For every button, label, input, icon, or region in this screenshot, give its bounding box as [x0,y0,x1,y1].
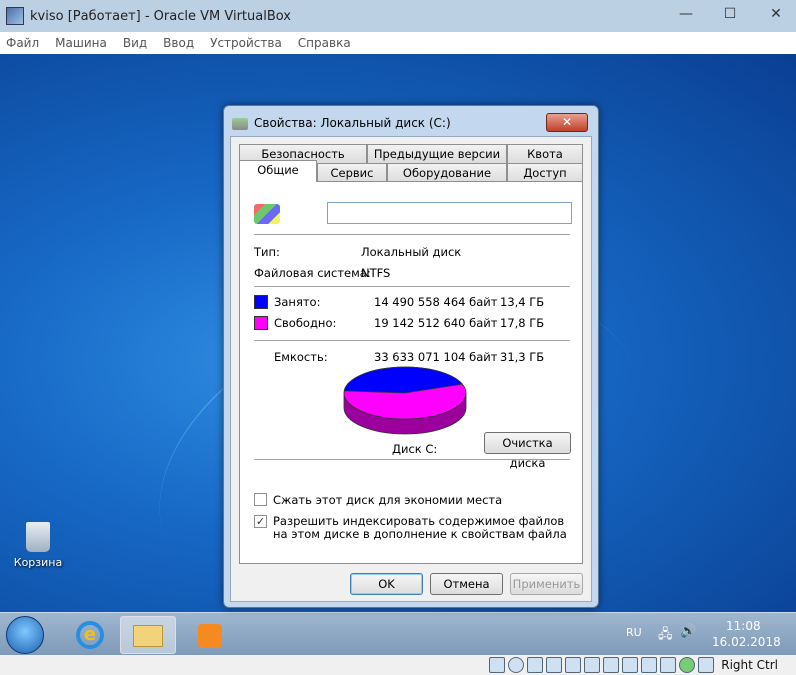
start-button[interactable] [6,616,44,654]
menu-file[interactable]: Файл [6,36,39,50]
recycle-bin[interactable]: Корзина [12,522,64,569]
ie-taskbar-button[interactable]: e [62,616,118,654]
menu-machine[interactable]: Машина [55,36,107,50]
drive-name-input[interactable] [327,202,572,224]
free-label: Свободно: [274,316,337,330]
windows-drive-icon [254,204,280,224]
tab-quota[interactable]: Квота [507,144,583,163]
tab-sharing[interactable]: Доступ [507,163,583,182]
usb-icon[interactable] [565,657,582,673]
recycle-bin-icon [26,522,50,552]
capacity-bytes: 33 633 071 104 байт [374,350,498,364]
dialog-close-button[interactable]: ✕ [546,113,588,132]
maximize-button[interactable]: ☐ [720,6,740,24]
disk-properties-dialog: Свойства: Локальный диск (C:) ✕ Безопасн… [223,105,599,608]
video-capture-icon[interactable] [622,657,639,673]
disk-usage-pie-chart [343,366,467,435]
guest-additions-icon[interactable] [679,657,696,673]
capacity-size: 31,3 ГБ [500,350,545,364]
filesystem-label: Файловая система: [254,266,371,280]
cancel-button[interactable]: Отмена [430,573,503,595]
language-indicator[interactable]: RU [626,626,642,639]
menu-input[interactable]: Ввод [163,36,194,50]
disk-cleanup-button[interactable]: Очистка диска [484,432,571,470]
used-color-swatch [254,295,268,309]
minimize-button[interactable]: — [676,6,696,24]
drive-icon [232,118,248,130]
vm-status-bar: Right Ctrl [0,655,796,675]
compress-checkbox[interactable] [254,493,267,506]
clock-date[interactable]: 16.02.2018 [712,635,781,649]
tab-tools[interactable]: Сервис [317,163,387,182]
virtualbox-icon [6,7,24,25]
tab-general[interactable]: Общие [239,160,317,182]
hard-disk-icon[interactable] [489,657,506,673]
used-size: 13,4 ГБ [500,295,545,309]
cpu-icon[interactable] [641,657,658,673]
dialog-body: Безопасность Предыдущие версии Квота Общ… [230,136,592,602]
optical-drive-icon[interactable] [508,657,525,673]
compress-label[interactable]: Сжать этот диск для экономии места [273,493,502,507]
free-color-swatch [254,316,268,330]
explorer-taskbar-button[interactable] [120,616,176,654]
type-value: Локальный диск [361,245,462,259]
divider [254,234,570,235]
divider [254,459,570,460]
keyboard-capture-icon[interactable] [698,657,715,673]
vm-title-bar: kviso [Работает] - Oracle VM VirtualBox … [0,0,796,32]
media-player-icon [198,624,222,648]
display-icon[interactable] [603,657,620,673]
tab-hardware[interactable]: Оборудование [387,163,507,182]
window-title: kviso [Работает] - Oracle VM VirtualBox [30,8,291,24]
tab-previous-versions[interactable]: Предыдущие версии [367,144,507,163]
menu-devices[interactable]: Устройства [210,36,282,50]
system-tray: RU 🖧 🔊 11:08 16.02.2018 [596,613,796,656]
index-checkbox[interactable]: ✓ [254,515,267,528]
recycle-bin-label: Корзина [13,556,63,569]
divider [254,286,570,287]
menu-help[interactable]: Справка [298,36,351,50]
capacity-label: Емкость: [274,350,328,364]
network-adapter-icon[interactable] [546,657,563,673]
ie-icon: e [76,621,104,649]
free-size: 17,8 ГБ [500,316,545,330]
ok-button[interactable]: OK [350,573,423,595]
menu-view[interactable]: Вид [123,36,147,50]
shared-folders-icon[interactable] [584,657,601,673]
menu-bar: Файл Машина Вид Ввод Устройства Справка [0,32,796,54]
free-bytes: 19 142 512 640 байт [374,316,498,330]
used-bytes: 14 490 558 464 байт [374,295,498,309]
mouse-integration-icon[interactable] [660,657,677,673]
clock-time[interactable]: 11:08 [726,619,761,633]
folder-icon [133,625,163,647]
volume-icon[interactable]: 🔊 [680,624,696,639]
media-player-taskbar-button[interactable] [182,616,238,654]
audio-icon[interactable] [527,657,544,673]
type-label: Тип: [254,245,280,259]
host-key-label: Right Ctrl [721,658,778,672]
network-icon[interactable]: 🖧 [658,625,673,647]
filesystem-value: NTFS [361,266,391,280]
disk-label: Диск C: [392,442,438,456]
general-tab-panel: Тип: Локальный диск Файловая система: NT… [239,181,583,564]
taskbar: e RU 🖧 🔊 11:08 16.02.2018 [0,612,796,655]
apply-button[interactable]: Применить [510,573,583,595]
used-label: Занято: [274,295,321,309]
divider [254,340,570,341]
dialog-title: Свойства: Локальный диск (C:) [254,116,451,130]
close-button[interactable]: ✕ [766,6,786,24]
index-label[interactable]: Разрешить индексировать содержимое файло… [273,515,573,541]
